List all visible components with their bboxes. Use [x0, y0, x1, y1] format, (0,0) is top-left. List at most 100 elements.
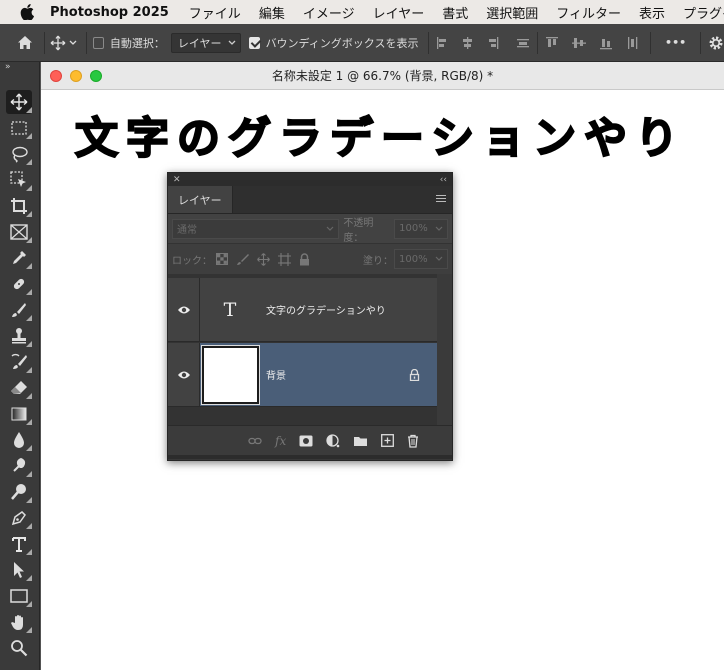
lock-all-icon[interactable] [299, 252, 310, 266]
menu-edit[interactable]: 編集 [259, 3, 285, 22]
history-brush-tool-icon[interactable] [6, 350, 32, 374]
menu-type[interactable]: 書式 [442, 3, 468, 22]
panel-menu-icon[interactable] [436, 195, 446, 202]
opacity-field[interactable]: 100% [394, 218, 448, 239]
document-title-bar[interactable]: 名称未設定 1 @ 66.7% (背景, RGB/8) * [41, 62, 724, 90]
crop-tool-icon[interactable] [6, 194, 32, 218]
move-tool-icon[interactable] [6, 90, 32, 114]
lock-image-pixels-icon[interactable] [236, 253, 249, 266]
eyedropper-tool-icon[interactable] [6, 246, 32, 270]
hand-tool-icon[interactable] [6, 610, 32, 634]
panel-header[interactable]: ✕ ‹‹ [168, 173, 452, 186]
text-layer-thumbnail: T [200, 299, 260, 321]
lock-position-icon[interactable] [257, 252, 270, 266]
folder-icon[interactable] [353, 435, 368, 447]
opacity-label: 不透明度： [343, 217, 374, 244]
app-menu[interactable]: Photoshop 2025 [50, 5, 169, 20]
menu-view[interactable]: 表示 [639, 3, 665, 22]
layer-mask-icon[interactable] [299, 435, 313, 447]
blend-row: 通常 不透明度： 100% [168, 214, 452, 244]
panel-tabs: レイヤー [168, 186, 452, 214]
zoom-tool-icon[interactable] [6, 636, 32, 660]
more-options-button[interactable]: ••• [665, 36, 686, 49]
close-panel-icon[interactable]: ✕ [173, 175, 181, 185]
marquee-tool-icon[interactable] [6, 116, 32, 140]
layer-row-background[interactable]: 背景 [168, 343, 438, 407]
collapse-panel-icon[interactable]: ‹‹ [440, 175, 447, 185]
lock-transparent-pixels-icon[interactable] [216, 253, 228, 265]
auto-select-label: 自動選択： [109, 36, 165, 50]
layer-name-background[interactable]: 背景 [266, 367, 286, 382]
link-layers-icon[interactable] [248, 436, 262, 446]
rectangle-tool-icon[interactable] [6, 584, 32, 608]
eraser-tool-icon[interactable] [6, 376, 32, 400]
fx-icon[interactable]: fx [275, 434, 286, 448]
layers-panel: ✕ ‹‹ レイヤー 通常 不透明度： 100% ロック： 塗り： 100% T … [167, 172, 453, 461]
menu-filter[interactable]: フィルター [556, 3, 621, 22]
trash-icon[interactable] [407, 434, 419, 448]
maximize-window-button[interactable] [90, 70, 102, 82]
frame-tool-icon[interactable] [6, 220, 32, 244]
dodge-tool-icon[interactable] [6, 480, 32, 504]
burn-tool-icon[interactable] [6, 454, 32, 478]
type-tool-icon[interactable] [6, 532, 32, 556]
type-icon: T [223, 298, 237, 321]
auto-select-dropdown[interactable]: レイヤー [170, 32, 241, 53]
menu-plugins[interactable]: プラグイン [683, 3, 724, 22]
chevron-down-icon [435, 256, 443, 261]
background-thumbnail-cell [200, 343, 260, 406]
close-window-button[interactable] [50, 70, 62, 82]
divider [86, 31, 88, 54]
divider [650, 31, 652, 54]
auto-select-checkbox[interactable] [93, 36, 104, 49]
move-tool-preset-icon[interactable] [50, 35, 80, 51]
visibility-eye-icon[interactable] [168, 343, 200, 406]
tab-layers[interactable]: レイヤー [168, 186, 233, 213]
bounding-box-checkbox[interactable] [249, 36, 260, 49]
menu-image[interactable]: イメージ [303, 3, 355, 22]
divider [43, 31, 45, 54]
apple-icon[interactable] [20, 4, 34, 20]
lasso-tool-icon[interactable] [6, 142, 32, 166]
home-icon[interactable] [12, 35, 38, 50]
tools-panel: » [0, 62, 40, 670]
menu-bar: Photoshop 2025 ファイル 編集 イメージ レイヤー 書式 選択範囲… [0, 0, 724, 24]
minimize-window-button[interactable] [70, 70, 82, 82]
background-thumbnail [200, 344, 260, 405]
menu-select[interactable]: 選択範囲 [486, 3, 538, 22]
brush-tool-icon[interactable] [6, 298, 32, 322]
blur-tool-icon[interactable] [6, 428, 32, 452]
lock-icons [216, 252, 310, 266]
adjustment-layer-icon[interactable] [326, 433, 340, 448]
panel-resize-handle[interactable] [168, 455, 452, 459]
lock-row: ロック： 塗り： 100% [168, 244, 452, 274]
chevron-down-icon [326, 226, 334, 231]
align-horizontal-icons[interactable] [435, 35, 531, 51]
gradient-tool-icon[interactable] [6, 402, 32, 426]
path-selection-tool-icon[interactable] [6, 558, 32, 582]
divider [700, 31, 701, 54]
fill-label: 塗り： [363, 255, 393, 267]
fill-field[interactable]: 100% [394, 249, 448, 269]
collapse-toolbar-icon[interactable]: » [5, 62, 11, 72]
menu-layer[interactable]: レイヤー [373, 3, 425, 22]
align-vertical-icons[interactable] [544, 35, 644, 51]
pen-tool-icon[interactable] [6, 506, 32, 530]
layer-row-text[interactable]: T 文字のグラデーションやり [168, 278, 438, 342]
layer-list-scrollbar[interactable] [437, 274, 452, 425]
clone-stamp-tool-icon[interactable] [6, 324, 32, 348]
blend-mode-select[interactable]: 通常 [172, 218, 340, 239]
healing-brush-tool-icon[interactable] [6, 272, 32, 296]
lock-icon [409, 368, 420, 381]
layer-list: T 文字のグラデーションやり 背景 [168, 274, 452, 425]
gear-icon[interactable] [707, 35, 724, 51]
new-layer-icon[interactable] [381, 434, 395, 447]
divider [537, 31, 539, 54]
lock-artboard-icon[interactable] [278, 252, 291, 266]
canvas-text: 文字のグラデーションやり [74, 113, 687, 165]
object-selection-tool-icon[interactable] [6, 168, 32, 192]
menu-file[interactable]: ファイル [189, 3, 241, 22]
layer-name-text[interactable]: 文字のグラデーションやり [266, 302, 386, 317]
document-title: 名称未設定 1 @ 66.7% (背景, RGB/8) * [271, 69, 494, 83]
visibility-eye-icon[interactable] [168, 278, 200, 341]
